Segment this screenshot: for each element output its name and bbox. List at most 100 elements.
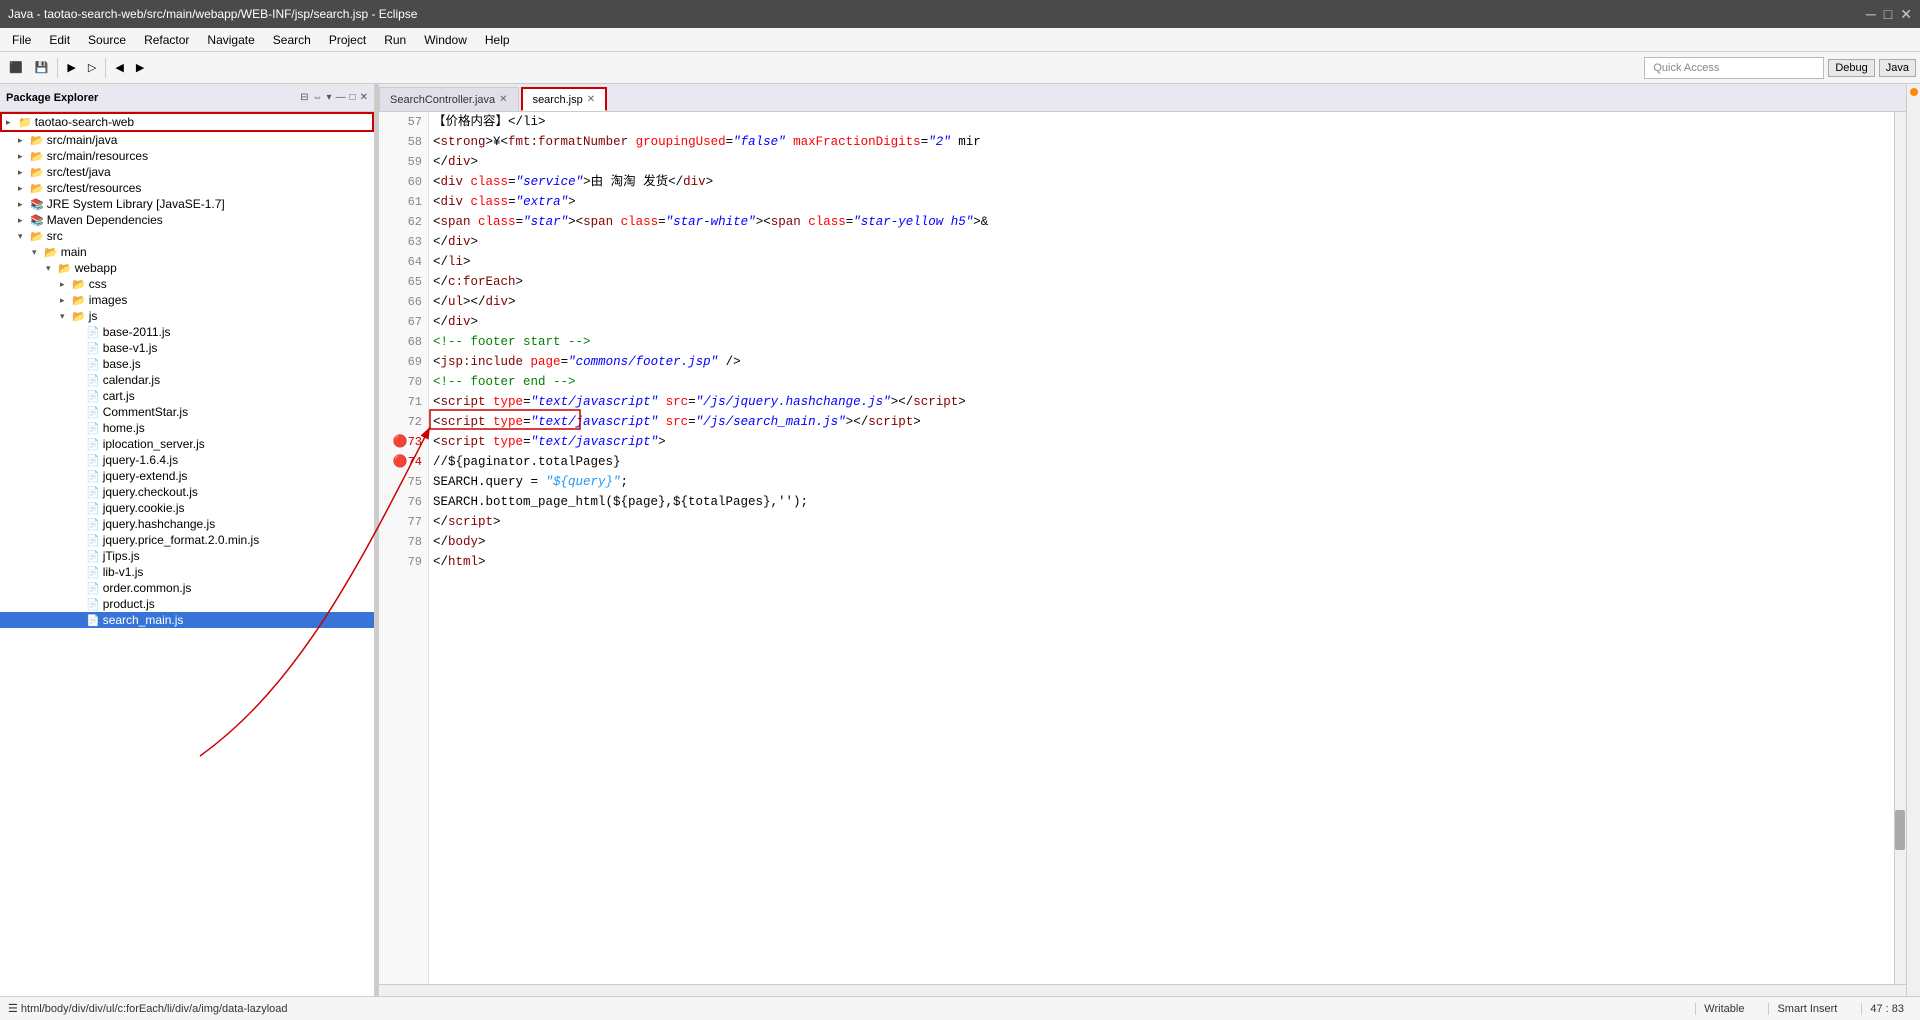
line-num-77: 77: [383, 512, 422, 532]
save-button[interactable]: 💾: [30, 58, 54, 77]
code-line-74: //${paginator.totalPages}: [433, 452, 1890, 472]
tab-searchcontroller[interactable]: SearchController.java ✕: [379, 87, 519, 111]
menu-item-window[interactable]: Window: [416, 31, 475, 49]
tree-item-maven[interactable]: ▸📚Maven Dependencies: [0, 212, 374, 228]
tree-item-ordercommon[interactable]: 📄order.common.js: [0, 580, 374, 596]
tree-item-basev1[interactable]: 📄base-v1.js: [0, 340, 374, 356]
tree-item-cart[interactable]: 📄cart.js: [0, 388, 374, 404]
code-line-79: </html>: [433, 552, 1890, 572]
editor-area: SearchController.java ✕ search.jsp ✕ 575…: [379, 84, 1906, 996]
menu-item-source[interactable]: Source: [80, 31, 134, 49]
tree-item-jqueryhashchange[interactable]: 📄jquery.hashchange.js: [0, 516, 374, 532]
tree-label-searchmain: search_main.js: [103, 613, 184, 627]
menu-item-navigate[interactable]: Navigate: [199, 31, 262, 49]
tree-item-product[interactable]: 📄product.js: [0, 596, 374, 612]
tree-item-js[interactable]: ▾📂js: [0, 308, 374, 324]
tree-item-jquerycheckout[interactable]: 📄jquery.checkout.js: [0, 484, 374, 500]
tree-item-images[interactable]: ▸📂images: [0, 292, 374, 308]
tab-searchcontroller-close[interactable]: ✕: [499, 94, 507, 105]
tree-arrow-css: ▸: [60, 279, 70, 290]
tree-item-searchmain[interactable]: 📄search_main.js: [0, 612, 374, 628]
tree-label-src-main-java: src/main/java: [47, 133, 118, 147]
tree-item-iplocation[interactable]: 📄iplocation_server.js: [0, 436, 374, 452]
debug-label: Debug: [1835, 62, 1867, 74]
tree-item-root[interactable]: ▸📁taotao-search-web: [0, 112, 374, 132]
tree-icon-images: 📂: [72, 294, 86, 307]
tree-label-jquery164: jquery-1.6.4.js: [103, 453, 178, 467]
tree-item-jquery164[interactable]: 📄jquery-1.6.4.js: [0, 452, 374, 468]
menu-item-run[interactable]: Run: [376, 31, 414, 49]
java-perspective-btn[interactable]: Java: [1879, 59, 1916, 77]
close-panel-icon[interactable]: ✕: [360, 92, 368, 103]
tree-item-jquerypriceformat[interactable]: 📄jquery.price_format.2.0.min.js: [0, 532, 374, 548]
debug-button[interactable]: ▶: [62, 58, 80, 77]
menu-item-file[interactable]: File: [4, 31, 39, 49]
tree-item-css[interactable]: ▸📂css: [0, 276, 374, 292]
menu-item-refactor[interactable]: Refactor: [136, 31, 197, 49]
writable-status: Writable: [1695, 1003, 1752, 1015]
tree-item-src-test-java[interactable]: ▸📂src/test/java: [0, 164, 374, 180]
tree-icon-jre: 📚: [30, 198, 44, 211]
tree-item-jtips[interactable]: 📄jTips.js: [0, 548, 374, 564]
file-tree[interactable]: ▸📁taotao-search-web▸📂src/main/java▸📂src/…: [0, 112, 374, 996]
code-editor[interactable]: 57585960616263646566676869707172🔴73🔴7475…: [379, 112, 1906, 984]
maximize-panel-icon[interactable]: □: [350, 92, 356, 103]
horizontal-scrollbar[interactable]: [379, 984, 1906, 996]
maximize-button[interactable]: □: [1884, 6, 1892, 23]
link-editor-icon[interactable]: ⇔: [313, 92, 323, 103]
line-num-64: 64: [383, 252, 422, 272]
tree-item-base[interactable]: 📄base.js: [0, 356, 374, 372]
tree-item-src-main-java[interactable]: ▸📂src/main/java: [0, 132, 374, 148]
tree-icon-root: 📁: [18, 116, 32, 129]
tree-item-src-main-resources[interactable]: ▸📂src/main/resources: [0, 148, 374, 164]
tree-item-home[interactable]: 📄home.js: [0, 420, 374, 436]
menu-item-help[interactable]: Help: [477, 31, 518, 49]
tree-item-commentstar[interactable]: 📄CommentStar.js: [0, 404, 374, 420]
tree-icon-product: 📄: [86, 598, 100, 611]
vertical-scrollbar[interactable]: [1894, 112, 1906, 984]
line-num-68: 68: [383, 332, 422, 352]
quick-access-box[interactable]: Quick Access: [1644, 57, 1824, 79]
tree-arrow-images: ▸: [60, 295, 70, 306]
forward-button[interactable]: ▶: [131, 58, 149, 77]
tree-item-jqueryextend[interactable]: 📄jquery-extend.js: [0, 468, 374, 484]
tree-item-main[interactable]: ▾📂main: [0, 244, 374, 260]
tree-item-jquerycookie[interactable]: 📄jquery.cookie.js: [0, 500, 374, 516]
tree-label-base: base.js: [103, 357, 141, 371]
tree-item-libv1[interactable]: 📄lib-v1.js: [0, 564, 374, 580]
tree-item-calendar[interactable]: 📄calendar.js: [0, 372, 374, 388]
tree-label-jqueryhashchange: jquery.hashchange.js: [103, 517, 216, 531]
close-button[interactable]: ✕: [1900, 6, 1912, 23]
tree-item-webapp[interactable]: ▾📂webapp: [0, 260, 374, 276]
tree-label-js: js: [89, 309, 98, 323]
menu-item-edit[interactable]: Edit: [41, 31, 78, 49]
tree-icon-ordercommon: 📄: [86, 582, 100, 595]
tree-icon-src-test-resources: 📂: [30, 182, 44, 195]
minimize-button[interactable]: ─: [1866, 6, 1876, 23]
code-line-70: <!-- footer end -->: [433, 372, 1890, 392]
quick-access-label: Quick Access: [1653, 62, 1719, 74]
tree-item-src[interactable]: ▾📂src: [0, 228, 374, 244]
back-button[interactable]: ◀: [110, 58, 128, 77]
code-line-59: </div>: [433, 152, 1890, 172]
line-num-66: 66: [383, 292, 422, 312]
menu-item-project[interactable]: Project: [321, 31, 374, 49]
new-button[interactable]: ⬛: [4, 58, 28, 77]
tab-searchjsp[interactable]: search.jsp ✕: [521, 87, 608, 111]
tab-searchjsp-close[interactable]: ✕: [587, 94, 595, 105]
tree-label-cart: cart.js: [103, 389, 135, 403]
debug-perspective-btn[interactable]: Debug: [1828, 59, 1874, 77]
scroll-thumb[interactable]: [1895, 810, 1905, 850]
tree-item-jre[interactable]: ▸📚JRE System Library [JavaSE-1.7]: [0, 196, 374, 212]
toolbar-separator-1: [57, 58, 58, 78]
minimize-panel-icon[interactable]: —: [336, 92, 346, 103]
collapse-icon[interactable]: ⊟: [300, 92, 308, 103]
tree-item-base2011[interactable]: 📄base-2011.js: [0, 324, 374, 340]
code-content[interactable]: 【价格内容】</li> <strong>¥<fmt:formatNumber g…: [429, 112, 1894, 984]
run-button[interactable]: ▷: [83, 58, 101, 77]
tree-item-src-test-resources[interactable]: ▸📂src/test/resources: [0, 180, 374, 196]
tree-label-jquerypriceformat: jquery.price_format.2.0.min.js: [103, 533, 260, 547]
line-num-78: 78: [383, 532, 422, 552]
menu-item-search[interactable]: Search: [265, 31, 319, 49]
view-menu-icon[interactable]: ▾: [327, 92, 332, 103]
